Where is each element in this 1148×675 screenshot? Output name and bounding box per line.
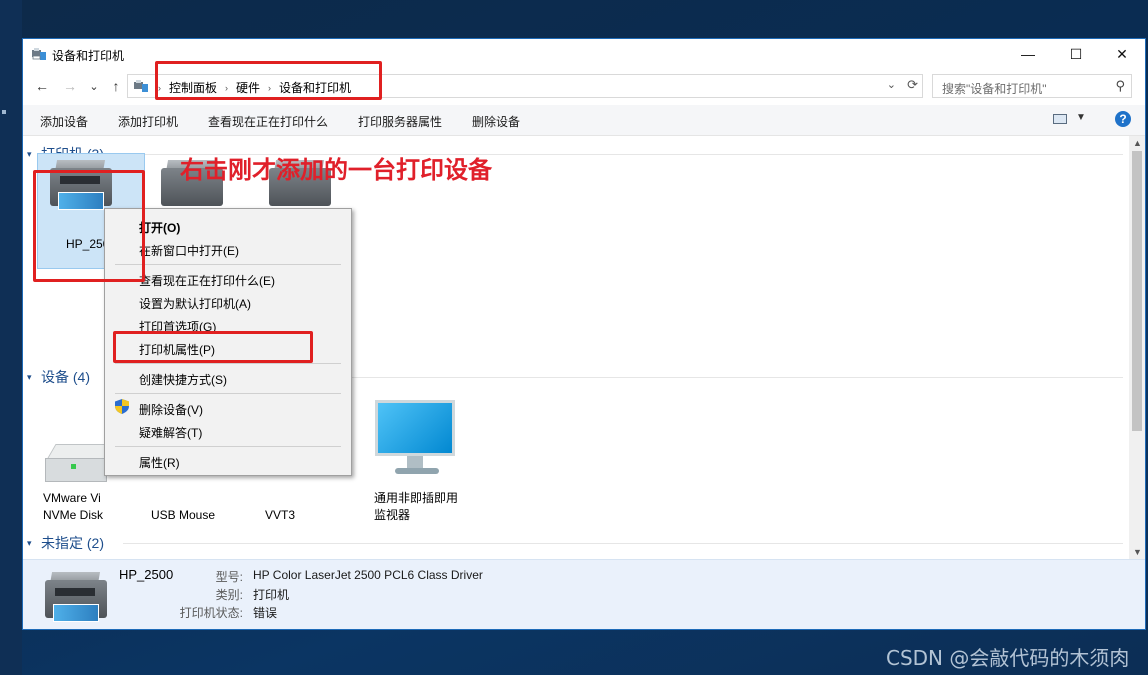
minimize-button[interactable]: — (1005, 39, 1051, 69)
menu-item-see-whats-printing[interactable]: 查看现在正在打印什么(E) (139, 272, 275, 289)
uac-shield-icon (115, 399, 129, 414)
devices-printers-icon (32, 48, 46, 60)
group-title: 未指定 (2) (41, 535, 104, 551)
recent-locations-icon[interactable]: ⌄ (85, 77, 103, 95)
device-label-mouse: USB Mouse (151, 508, 216, 522)
vertical-scrollbar[interactable]: ▲ ▼ (1129, 136, 1145, 559)
scrollbar-thumb[interactable] (1132, 151, 1142, 431)
details-category-label: 类别: (215, 588, 243, 602)
forward-icon[interactable]: → (61, 77, 79, 95)
details-category-value: 打印机 (253, 588, 290, 602)
menu-item-troubleshoot[interactable]: 疑难解答(T) (139, 424, 202, 441)
search-input[interactable]: 搜索"设备和打印机" ⚲ (932, 74, 1132, 98)
highlight-box-printer-properties (113, 331, 313, 363)
refresh-icon[interactable]: ⟳ (907, 77, 918, 93)
device-label-line1: 通用非即插即用 (374, 491, 459, 505)
scroll-up-icon[interactable]: ▲ (1133, 138, 1142, 148)
scroll-down-icon[interactable]: ▼ (1133, 547, 1142, 557)
close-button[interactable]: ✕ (1099, 39, 1145, 69)
group-header-unspecified[interactable]: ▾ 未指定 (2) (23, 533, 1123, 553)
highlight-box-breadcrumb (155, 61, 382, 100)
device-label-line1: VMware Vi (43, 491, 101, 505)
menu-separator (115, 264, 341, 265)
menu-item-set-default[interactable]: 设置为默认打印机(A) (139, 295, 251, 312)
highlight-box-printer (33, 170, 145, 282)
details-status-label: 打印机状态: (179, 606, 243, 620)
menu-item-properties[interactable]: 属性(R) (139, 454, 180, 471)
window-title: 设备和打印机 (52, 49, 125, 63)
collapse-chevron-icon[interactable]: ▾ (27, 372, 41, 383)
disk-drive-icon[interactable] (45, 444, 114, 482)
menu-separator (115, 393, 341, 394)
desktop-edge (0, 0, 22, 675)
monitor-icon[interactable] (375, 400, 459, 480)
details-status-value: 错误 (253, 606, 278, 620)
device-label-vvt3: VVT3 (265, 508, 296, 522)
help-icon[interactable]: ? (1115, 111, 1131, 127)
printer-icon (41, 568, 111, 624)
remove-device-button[interactable]: 删除设备 (472, 113, 520, 130)
menu-item-create-shortcut[interactable]: 创建快捷方式(S) (139, 371, 227, 388)
see-whats-printing-button[interactable]: 查看现在正在打印什么 (208, 113, 328, 130)
watermark: CSDN @会敲代码的木须肉 (886, 646, 1130, 670)
change-view-icon[interactable] (1053, 114, 1067, 124)
command-bar: 添加设备 添加打印机 查看现在正在打印什么 打印服务器属性 删除设备 ▼ ? (23, 105, 1145, 136)
group-title: 设备 (4) (41, 369, 90, 385)
menu-separator (115, 363, 341, 364)
maximize-button[interactable]: ☐ (1053, 39, 1099, 69)
details-pane: HP_2500 型号: HP Color LaserJet 2500 PCL6 … (23, 559, 1145, 629)
collapse-chevron-icon[interactable]: ▾ (27, 538, 41, 549)
address-dropdown-icon[interactable]: ⌄ (887, 78, 896, 91)
control-panel-icon (134, 80, 148, 92)
annotation-text: 右击刚才添加的一台打印设备 (180, 156, 492, 184)
menu-separator (115, 446, 341, 447)
details-model-value: HP Color LaserJet 2500 PCL6 Class Driver (253, 568, 483, 582)
device-label-line2: NVMe Disk (43, 508, 104, 522)
add-printer-button[interactable]: 添加打印机 (118, 113, 178, 130)
search-icon[interactable]: ⚲ (1115, 78, 1125, 94)
menu-item-open[interactable]: 打开(O) (139, 219, 180, 236)
view-options-dropdown-icon[interactable]: ▼ (1076, 112, 1086, 123)
desktop-marker (2, 110, 6, 114)
add-device-button[interactable]: 添加设备 (40, 113, 88, 130)
print-server-properties-button[interactable]: 打印服务器属性 (358, 113, 442, 130)
menu-item-open-new-window[interactable]: 在新窗口中打开(E) (139, 242, 239, 259)
details-model-label: 型号: (215, 570, 243, 584)
up-icon[interactable]: ↑ (107, 77, 125, 95)
menu-item-remove-device[interactable]: 删除设备(V) (139, 401, 203, 418)
search-placeholder: 搜索"设备和打印机" (942, 82, 1047, 96)
group-divider (123, 543, 1123, 544)
device-label-line2: 监视器 (374, 508, 411, 522)
back-icon[interactable]: ← (33, 77, 51, 95)
